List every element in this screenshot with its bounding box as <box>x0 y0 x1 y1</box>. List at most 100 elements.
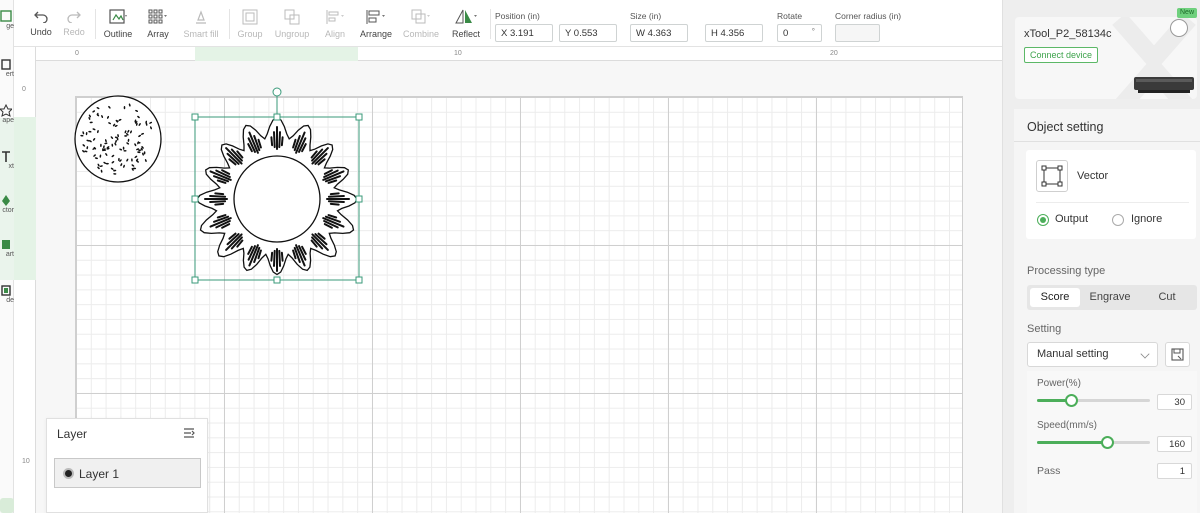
toolbar-divider <box>229 9 230 39</box>
reflect-button[interactable]: Reflect <box>448 9 484 39</box>
align-label: Align <box>324 29 345 39</box>
collapse-button[interactable] <box>0 498 14 513</box>
tool-label: ctor <box>2 207 14 214</box>
tool-art[interactable]: art <box>0 238 14 258</box>
panel-toggle-icon[interactable] <box>1170 19 1188 37</box>
toolbar-divider <box>490 9 491 39</box>
group-icon <box>242 9 258 25</box>
ignore-label[interactable]: Ignore <box>1131 213 1162 225</box>
align-button[interactable]: Align <box>319 9 351 39</box>
circle-dot <box>123 106 126 110</box>
tool-label: de <box>6 297 14 304</box>
circle-dot <box>123 150 127 152</box>
speed-slider[interactable] <box>1037 436 1150 449</box>
arrange-button[interactable]: Arrange <box>358 9 394 39</box>
tool-label: ape <box>2 117 14 124</box>
petal-stroke <box>280 136 284 147</box>
group-button[interactable]: Group <box>235 9 265 39</box>
layer-visibility-dot[interactable] <box>63 468 74 479</box>
resize-handle[interactable] <box>355 113 363 121</box>
setting-mode-select[interactable]: Manual setting <box>1027 342 1158 367</box>
petal-stroke <box>209 200 227 203</box>
petal-stroke <box>214 192 225 196</box>
ruler-top-10: 10 <box>454 50 462 57</box>
speed-input[interactable]: 160 <box>1157 436 1192 452</box>
rotate-handle[interactable] <box>272 87 282 97</box>
tool-vector[interactable]: ctor <box>0 194 14 214</box>
undo-label: Undo <box>30 27 52 37</box>
new-badge: New <box>1177 8 1198 18</box>
object-setting-title: Object setting <box>1027 120 1104 134</box>
output-label[interactable]: Output <box>1055 213 1088 225</box>
speed-slider-thumb[interactable] <box>1101 436 1115 449</box>
tool-image[interactable]: ge <box>0 10 14 30</box>
resize-handle[interactable] <box>191 195 199 203</box>
power-slider-thumb[interactable] <box>1064 394 1078 407</box>
smart-fill-button[interactable]: Smart fill <box>180 9 222 39</box>
size-w-field[interactable]: W 4.363 <box>630 24 688 42</box>
ignore-radio[interactable] <box>1112 214 1124 226</box>
object-setting-panel: Object setting Vector Output Ignore Proc… <box>1014 109 1200 513</box>
processing-score-tab[interactable]: Score <box>1030 288 1080 307</box>
top-toolbar: Undo Redo Outline Array Smart fill Group… <box>14 0 1002 47</box>
petal-stroke <box>327 200 345 203</box>
tool-insert[interactable]: ert <box>0 58 14 78</box>
petal-stroke <box>273 131 276 149</box>
tool-label: art <box>5 251 14 258</box>
tool-label: ert <box>5 71 14 78</box>
layer-menu-icon[interactable] <box>183 427 195 439</box>
power-input[interactable]: 30 <box>1157 394 1192 410</box>
tool-text[interactable]: xt <box>0 150 14 170</box>
rotate-field[interactable]: 0 ° <box>777 24 822 42</box>
undo-icon <box>34 11 48 23</box>
group-label: Group <box>237 29 263 39</box>
ruler-left-0: 0 <box>22 86 26 93</box>
image-icon <box>0 10 12 22</box>
processing-cut-tab[interactable]: Cut <box>1140 288 1194 307</box>
save-setting-button[interactable] <box>1165 342 1190 367</box>
arrange-icon <box>366 10 385 24</box>
ruler-top-20: 20 <box>830 50 838 57</box>
resize-handle[interactable] <box>191 113 199 121</box>
corner-radius-field[interactable] <box>835 24 880 42</box>
arrange-label: Arrange <box>359 29 393 39</box>
reflect-icon <box>455 9 477 24</box>
circle-dot <box>143 151 146 155</box>
size-h-field[interactable]: H 4.356 <box>705 24 763 42</box>
combine-button[interactable]: Combine <box>401 9 441 39</box>
insert-icon <box>1 59 11 70</box>
ruler-top-0: 0 <box>75 50 79 57</box>
petal-stroke <box>209 195 227 198</box>
smart-fill-label: Smart fill <box>183 29 219 39</box>
parameters-card: Power(%) 30 Speed(mm/s) 160 Pass 1 <box>1027 371 1197 513</box>
art-icon <box>2 240 10 249</box>
speed-label: Speed(mm/s) <box>1037 420 1098 431</box>
ungroup-button[interactable]: Ungroup <box>272 9 312 39</box>
redo-button[interactable]: Redo <box>61 9 87 37</box>
connect-device-button[interactable]: Connect device <box>1024 47 1099 63</box>
resize-handle[interactable] <box>191 276 199 284</box>
size-label: Size (in) <box>630 11 662 21</box>
resize-handle[interactable] <box>273 276 281 284</box>
resize-handle[interactable] <box>273 113 281 121</box>
power-slider[interactable] <box>1037 394 1150 407</box>
position-y-field[interactable]: Y 0.553 <box>559 24 617 42</box>
output-radio[interactable] <box>1037 214 1049 226</box>
pass-input[interactable]: 1 <box>1157 463 1192 479</box>
flower-vector-shape[interactable] <box>196 116 358 276</box>
vector-icon <box>1036 160 1068 192</box>
undo-button[interactable]: Undo <box>28 9 54 37</box>
outline-button[interactable]: Outline <box>100 9 136 39</box>
resize-handle[interactable] <box>355 195 363 203</box>
corner-radius-label: Corner radius (in) <box>835 11 902 21</box>
position-x-field[interactable]: X 3.191 <box>495 24 553 42</box>
ruler-selection-highlight <box>195 47 358 61</box>
array-button[interactable]: Array <box>143 9 173 39</box>
dotted-circle-shape[interactable] <box>74 95 162 183</box>
layer-row[interactable]: Layer 1 <box>54 458 201 488</box>
tool-code[interactable]: de <box>0 284 14 304</box>
tool-shape[interactable]: ape <box>0 104 14 124</box>
processing-engrave-tab[interactable]: Engrave <box>1083 288 1137 307</box>
resize-handle[interactable] <box>355 276 363 284</box>
layer-panel: Layer Layer 1 <box>46 418 208 513</box>
